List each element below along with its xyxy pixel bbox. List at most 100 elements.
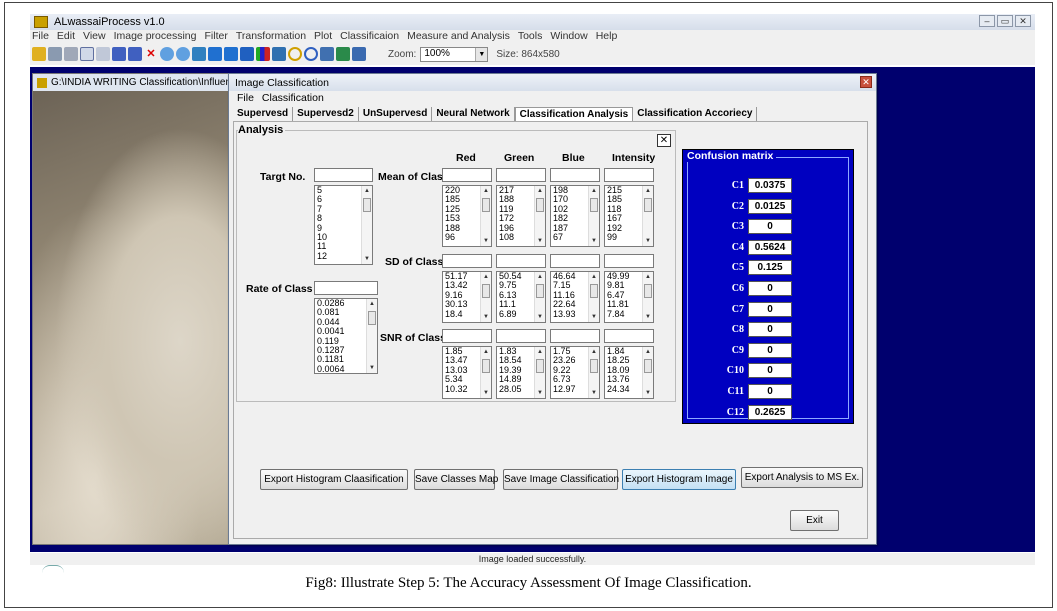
- confusion-value-field[interactable]: 0: [748, 281, 792, 296]
- redo-icon[interactable]: [128, 47, 142, 61]
- close-analysis-button[interactable]: ✕: [657, 134, 671, 147]
- mean-blue-input[interactable]: [550, 168, 600, 182]
- scroll-down-icon[interactable]: ▼: [535, 312, 545, 322]
- confusion-value-field[interactable]: 0: [748, 363, 792, 379]
- scroll-up-icon[interactable]: ▲: [589, 186, 599, 196]
- save-icon[interactable]: [48, 47, 62, 61]
- target-list[interactable]: 5 6 7 8 9 10 11 12 ▲ ▼: [314, 185, 373, 265]
- scroll-down-icon[interactable]: ▼: [535, 236, 545, 246]
- scroll-thumb[interactable]: [644, 198, 652, 212]
- mean-red-input[interactable]: [442, 168, 492, 182]
- confusion-value-field[interactable]: 0: [748, 342, 792, 358]
- scroll-down-icon[interactable]: ▼: [481, 388, 491, 398]
- menu-help[interactable]: Help: [596, 30, 618, 43]
- scrollbar[interactable]: ▲ ▼: [534, 347, 545, 398]
- sd-green-input[interactable]: [496, 254, 546, 268]
- zoom-select[interactable]: 100% ▼: [420, 46, 489, 62]
- scroll-down-icon[interactable]: ▼: [643, 388, 653, 398]
- scroll-up-icon[interactable]: ▲: [481, 272, 491, 282]
- exit-button[interactable]: Exit: [790, 510, 839, 531]
- scrollbar[interactable]: ▲ ▼: [361, 186, 372, 264]
- snr-red-list[interactable]: 1.85 13.47 13.03 5.34 10.32 ▲ ▼: [442, 346, 492, 399]
- rate-list[interactable]: 0.0286 0.081 0.044 0.0041 0.119 0.1287 0.1181 0…: [314, 298, 378, 374]
- minimize-button[interactable]: –: [979, 15, 995, 27]
- snr-green-input[interactable]: [496, 329, 546, 343]
- save-image-classification-button[interactable]: Save Image Classification: [503, 469, 619, 490]
- chart-icon[interactable]: [352, 47, 366, 61]
- scroll-up-icon[interactable]: ▲: [643, 347, 653, 357]
- target-no-input[interactable]: [314, 168, 373, 182]
- image-window[interactable]: G:\INDIA WRITING Classification\Influenc…: [32, 73, 242, 545]
- paste-icon[interactable]: [96, 47, 110, 61]
- move-icon[interactable]: [208, 47, 222, 61]
- save-classes-map-button[interactable]: Save Classes Map: [414, 469, 498, 490]
- tab-unsupervised[interactable]: UnSupervesd: [359, 107, 433, 121]
- export-histogram-classification-button[interactable]: Export Histogram Claasification: [260, 469, 408, 490]
- tab-supervised[interactable]: Supervesd: [233, 107, 294, 121]
- scroll-thumb[interactable]: [482, 359, 490, 373]
- snr-red-input[interactable]: [442, 329, 492, 343]
- zoom-in-icon[interactable]: [160, 47, 174, 61]
- scroll-down-icon[interactable]: ▼: [481, 312, 491, 322]
- scroll-up-icon[interactable]: ▲: [362, 186, 372, 196]
- scrollbar[interactable]: ▲ ▼: [534, 272, 545, 322]
- scroll-up-icon[interactable]: ▲: [535, 186, 545, 196]
- scroll-up-icon[interactable]: ▲: [535, 347, 545, 357]
- dialog-menu-file[interactable]: File: [237, 92, 254, 104]
- confusion-value-field[interactable]: 0.5624: [748, 239, 792, 255]
- menu-plot[interactable]: Plot: [314, 30, 332, 43]
- scrollbar[interactable]: ▲ ▼: [588, 272, 599, 322]
- scroll-down-icon[interactable]: ▼: [535, 388, 545, 398]
- scrollbar[interactable]: ▲ ▼: [480, 347, 491, 398]
- scroll-thumb[interactable]: [590, 359, 598, 373]
- menu-image-processing[interactable]: Image processing: [114, 30, 197, 43]
- scrollbar[interactable]: ▲ ▼: [480, 186, 491, 246]
- mean-red-list[interactable]: 220 185 125 153 188 96 ▲ ▼: [442, 185, 492, 247]
- export-histogram-image-button[interactable]: Export Histogram Image: [622, 469, 736, 490]
- close-app-button[interactable]: ✕: [1015, 15, 1031, 27]
- scrollbar[interactable]: ▲ ▼: [642, 347, 653, 398]
- ellipse-icon[interactable]: [304, 47, 318, 61]
- confusion-value-field[interactable]: 0.0125: [748, 198, 792, 214]
- menu-edit[interactable]: Edit: [57, 30, 75, 43]
- confusion-value-field[interactable]: 0: [748, 219, 792, 235]
- circle-icon[interactable]: [288, 47, 302, 61]
- scrollbar[interactable]: ▲ ▼: [588, 186, 599, 246]
- menu-view[interactable]: View: [83, 30, 106, 43]
- delete-icon[interactable]: ✕: [144, 47, 158, 61]
- scroll-up-icon[interactable]: ▲: [367, 299, 377, 309]
- rotate-icon[interactable]: [224, 47, 238, 61]
- scroll-down-icon[interactable]: ▼: [589, 312, 599, 322]
- mean-green-input[interactable]: [496, 168, 546, 182]
- zoom-out-icon[interactable]: [176, 47, 190, 61]
- scroll-up-icon[interactable]: ▲: [643, 186, 653, 196]
- snr-green-list[interactable]: 1.83 18.54 19.39 14.89 28.05 ▲ ▼: [496, 346, 546, 399]
- scroll-up-icon[interactable]: ▲: [481, 347, 491, 357]
- scroll-thumb[interactable]: [482, 198, 490, 212]
- filter-icon[interactable]: [320, 47, 334, 61]
- sd-blue-input[interactable]: [550, 254, 600, 268]
- scroll-thumb[interactable]: [536, 284, 544, 298]
- scroll-thumb[interactable]: [536, 359, 544, 373]
- fit-icon[interactable]: [192, 47, 206, 61]
- scroll-down-icon[interactable]: ▼: [367, 363, 377, 373]
- scroll-thumb[interactable]: [536, 198, 544, 212]
- menu-file[interactable]: File: [32, 30, 49, 43]
- histogram-icon[interactable]: [256, 47, 270, 61]
- scrollbar[interactable]: ▲ ▼: [642, 186, 653, 246]
- scrollbar[interactable]: ▲ ▼: [588, 347, 599, 398]
- sd-red-input[interactable]: [442, 254, 492, 268]
- scroll-thumb[interactable]: [482, 284, 490, 298]
- sd-green-list[interactable]: 50.54 9.75 6.13 11.1 6.89 ▲ ▼: [496, 271, 546, 323]
- confusion-value-field[interactable]: 0: [748, 384, 792, 399]
- menu-window[interactable]: Window: [550, 30, 587, 43]
- snr-blue-input[interactable]: [550, 329, 600, 343]
- scroll-down-icon[interactable]: ▼: [589, 236, 599, 246]
- scroll-down-icon[interactable]: ▼: [643, 312, 653, 322]
- scrollbar[interactable]: ▲ ▼: [480, 272, 491, 322]
- undo-icon[interactable]: [112, 47, 126, 61]
- scroll-thumb[interactable]: [363, 198, 371, 212]
- mean-green-list[interactable]: 217 188 119 172 196 108 ▲ ▼: [496, 185, 546, 247]
- scroll-thumb[interactable]: [644, 359, 652, 373]
- scrollbar[interactable]: ▲ ▼: [642, 272, 653, 322]
